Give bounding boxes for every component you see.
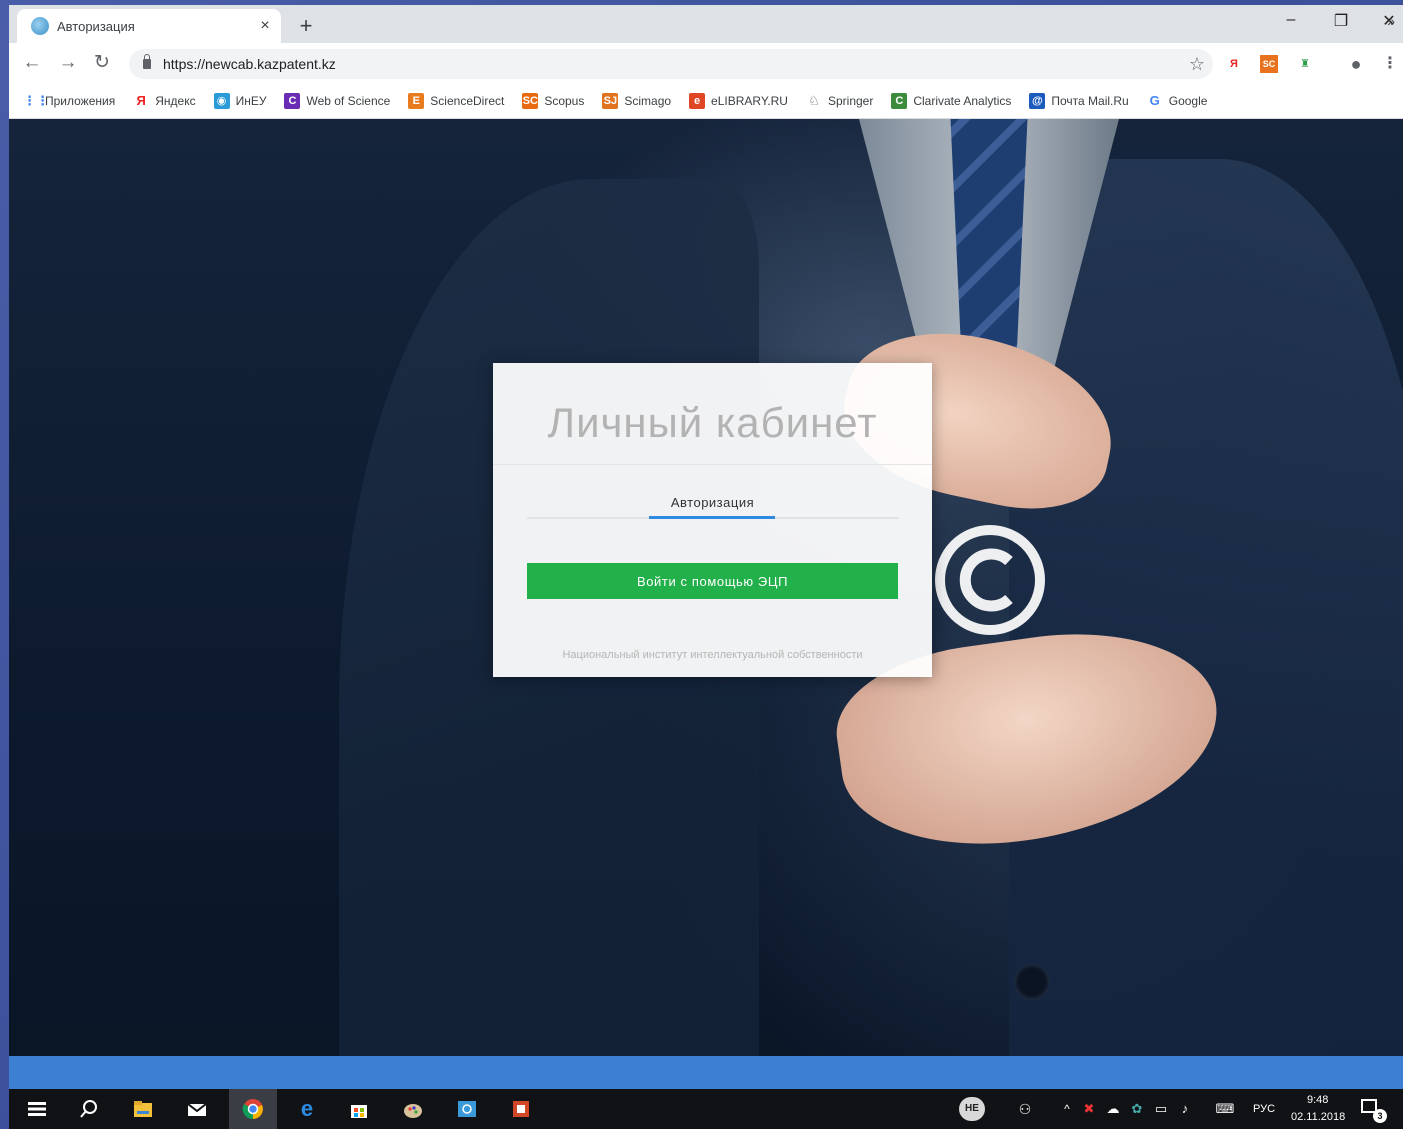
- chrome-icon[interactable]: [241, 1097, 265, 1121]
- tab-authorization[interactable]: Авторизация ×: [17, 9, 281, 43]
- notifications-count: 3: [1373, 1109, 1387, 1123]
- bookmarks-more-icon[interactable]: »: [1387, 13, 1395, 29]
- scopus-icon: SC: [522, 92, 539, 109]
- forward-button[interactable]: →: [55, 51, 81, 75]
- start-menu-icon[interactable]: [25, 1097, 49, 1121]
- bookmark-label: ИнЕУ: [235, 93, 267, 108]
- bookmark-инеу[interactable]: ◉ ИнЕУ: [213, 92, 267, 109]
- browser-window: Авторизация × + – ❐ ✕ ← → ↻ https://newc…: [9, 5, 1403, 1089]
- page-status-bar: [9, 1056, 1403, 1089]
- people-icon[interactable]: ⚇: [1013, 1097, 1037, 1121]
- heading-divider: [493, 464, 932, 465]
- apps-icon: ⋮⋮: [23, 92, 49, 108]
- bookmark-label: Google: [1168, 93, 1208, 108]
- sc-extension-icon[interactable]: SC: [1260, 55, 1278, 73]
- bookmark-scimago[interactable]: SJ Scimago: [602, 92, 672, 109]
- bookmark-label: ScienceDirect: [430, 93, 505, 108]
- bookmark-label: Web of Science: [306, 93, 391, 108]
- store-icon[interactable]: [347, 1097, 371, 1121]
- menu-icon[interactable]: ⋮: [1381, 55, 1399, 73]
- clarivate-icon: C: [284, 92, 301, 109]
- elibrary-icon: e: [689, 92, 706, 109]
- bookmark-label: Scimago: [624, 93, 672, 108]
- elsevier-icon: E: [408, 92, 425, 109]
- bookmark-elibrary-ru[interactable]: e eLIBRARY.RU: [689, 92, 788, 109]
- login-card: Личный кабинет Авторизация Войти с помощ…: [493, 363, 932, 677]
- clock-date[interactable]: 02.11.2018: [1291, 1111, 1345, 1123]
- photos-icon[interactable]: [455, 1097, 479, 1121]
- background-jacket-button: [1014, 964, 1050, 1000]
- yandex-icon: Я: [136, 92, 146, 108]
- bookmark-label: Scopus: [544, 93, 585, 108]
- bookmark-label: Яндекс: [155, 93, 196, 108]
- yandex-extension-icon[interactable]: Я: [1225, 55, 1243, 73]
- tray-chevron-icon[interactable]: ^: [1055, 1097, 1079, 1121]
- restore-button[interactable]: ❐: [1321, 11, 1361, 31]
- network-icon[interactable]: ▭: [1149, 1097, 1173, 1121]
- tray-app-icon[interactable]: ✖: [1077, 1097, 1101, 1121]
- volume-icon[interactable]: ♪: [1173, 1097, 1197, 1121]
- tab-active-indicator: [649, 516, 775, 519]
- paint-icon[interactable]: [401, 1097, 425, 1121]
- bookmark-label: Почта Mail.Ru: [1051, 93, 1129, 108]
- close-window-button[interactable]: ✕: [1369, 11, 1403, 31]
- notifications-icon[interactable]: 3: [1361, 1097, 1387, 1123]
- copyright-symbol-icon: [935, 525, 1045, 635]
- tab-authorization-form[interactable]: Авторизация: [493, 495, 932, 510]
- globe-icon: ◉: [213, 92, 230, 109]
- bookmark-label: Clarivate Analytics: [913, 93, 1012, 108]
- profile-icon[interactable]: ●: [1347, 55, 1365, 73]
- bookmark-web-of-science[interactable]: C Web of Science: [284, 92, 391, 109]
- clock-time[interactable]: 9:48: [1307, 1094, 1328, 1106]
- bookmark-яндекс[interactable]: Я Яндекс: [133, 92, 196, 109]
- mail-icon[interactable]: [185, 1097, 209, 1121]
- tab-close-icon[interactable]: ×: [255, 17, 275, 35]
- page-content: Личный кабинет Авторизация Войти с помощ…: [9, 119, 1403, 1056]
- green-extension-icon[interactable]: ♜: [1296, 55, 1314, 73]
- bookmark-springer[interactable]: ♘ Springer: [806, 93, 873, 109]
- windows-taskbar: e НЕ ⚇ ^ ✖ ☁ ✿ ▭ ♪ ⌨ РУС 9:48 02.11.2018…: [9, 1089, 1403, 1129]
- bookmark-scopus[interactable]: SC Scopus: [522, 92, 585, 109]
- tab-title: Авторизация: [57, 18, 135, 34]
- file-explorer-icon[interactable]: [131, 1097, 155, 1121]
- bookmark-sciencedirect[interactable]: E ScienceDirect: [408, 92, 505, 109]
- bookmark-label: eLIBRARY.RU: [711, 93, 788, 108]
- site-favicon-icon: [31, 17, 49, 35]
- keyboard-language[interactable]: РУС: [1253, 1103, 1275, 1115]
- minimize-button[interactable]: –: [1271, 11, 1311, 29]
- powerpoint-icon[interactable]: [509, 1097, 533, 1121]
- browser-toolbar: ← → ↻ https://newcab.kazpatent.kz ☆ Я SC…: [9, 43, 1403, 83]
- mail-icon: @: [1029, 92, 1046, 109]
- springer-icon: ♘: [808, 92, 820, 108]
- scimago-icon: SJ: [602, 92, 619, 109]
- keyboard-icon[interactable]: ⌨: [1213, 1097, 1237, 1121]
- tab-strip: Авторизация × + – ❐ ✕: [9, 5, 1403, 43]
- bookmark-почта-mail-ru[interactable]: @ Почта Mail.Ru: [1029, 92, 1129, 109]
- bookmark-приложения[interactable]: ⋮⋮ Приложения: [23, 93, 115, 109]
- bookmark-google[interactable]: G Google: [1147, 93, 1208, 109]
- language-badge[interactable]: НЕ: [959, 1097, 985, 1121]
- back-button[interactable]: ←: [19, 51, 45, 75]
- lock-icon: [143, 54, 151, 69]
- bookmarks-bar: ⋮⋮ Приложения Я Яндекс ◉ ИнЕУ C Web of Science E…: [9, 83, 1403, 119]
- institute-footer: Национальный институт интеллектуальной с…: [562, 649, 863, 661]
- tray-network-app-icon[interactable]: ✿: [1125, 1097, 1149, 1121]
- reload-button[interactable]: ↻: [89, 51, 115, 75]
- onedrive-icon[interactable]: ☁: [1101, 1097, 1125, 1121]
- page-title: Личный кабинет: [547, 399, 878, 446]
- clarivate-icon: C: [891, 92, 908, 109]
- search-icon[interactable]: [77, 1097, 101, 1121]
- new-tab-button[interactable]: +: [293, 13, 319, 39]
- bookmark-label: Springer: [827, 93, 874, 108]
- edge-icon[interactable]: e: [295, 1097, 319, 1121]
- bookmark-label: Приложения: [45, 93, 116, 108]
- url-text: https://newcab.kazpatent.kz: [163, 56, 336, 72]
- bookmark-clarivate-analytics[interactable]: C Clarivate Analytics: [891, 92, 1012, 109]
- bookmark-star-icon[interactable]: ☆: [1189, 54, 1205, 75]
- address-bar[interactable]: https://newcab.kazpatent.kz ☆: [129, 49, 1213, 79]
- google-icon: G: [1149, 92, 1160, 108]
- login-eds-button[interactable]: Войти с помощью ЭЦП: [527, 563, 898, 599]
